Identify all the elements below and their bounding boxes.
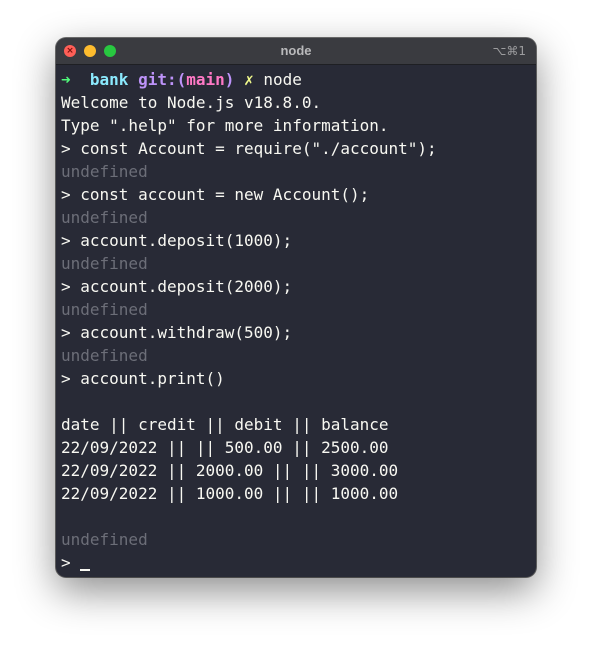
repl-command: > account.deposit(2000); [61, 277, 293, 296]
repl-result: undefined [61, 254, 148, 273]
window-title: node [280, 43, 312, 58]
repl-command: > const account = new Account(); [61, 185, 370, 204]
statement-header: date || credit || debit || balance [61, 415, 389, 434]
repl-result: undefined [61, 530, 148, 549]
help-line: Type ".help" for more information. [61, 116, 389, 135]
repl-command: > account.deposit(1000); [61, 231, 293, 250]
window-shortcut: ⌥⌘1 [492, 44, 526, 58]
prompt-dirty-icon: ✗ [244, 70, 254, 89]
terminal-window: × node ⌥⌘1 ➜ bank git:(main) ✗ node Welc… [56, 38, 536, 577]
repl-result: undefined [61, 162, 148, 181]
prompt-git-prefix: git:( [138, 70, 187, 89]
shell-prompt-line: ➜ bank git:(main) ✗ node [61, 68, 531, 91]
repl-result: undefined [61, 300, 148, 319]
repl-result: undefined [61, 208, 148, 227]
terminal-content[interactable]: ➜ bank git:(main) ✗ node Welcome to Node… [61, 68, 531, 574]
prompt-directory: bank [89, 70, 129, 89]
welcome-line: Welcome to Node.js v18.8.0. [61, 93, 322, 112]
statement-row: 22/09/2022 || 1000.00 || || 1000.00 [61, 484, 399, 503]
repl-prompt: > [61, 553, 71, 572]
repl-command: > account.withdraw(500); [61, 323, 293, 342]
repl-command: > account.print() [61, 369, 225, 388]
input-prompt-line[interactable]: > [61, 551, 531, 574]
cursor-icon [80, 569, 91, 571]
repl-result: undefined [61, 346, 148, 365]
prompt-arrow-icon: ➜ [61, 70, 71, 89]
statement-row: 22/09/2022 || || 500.00 || 2500.00 [61, 438, 389, 457]
repl-command: > const Account = require("./account"); [61, 139, 437, 158]
prompt-command: node [263, 70, 302, 89]
title-bar: × node ⌥⌘1 [56, 38, 536, 65]
prompt-git-suffix: ) [224, 70, 235, 89]
statement-row: 22/09/2022 || 2000.00 || || 3000.00 [61, 461, 399, 480]
prompt-git-branch: main [186, 70, 225, 89]
